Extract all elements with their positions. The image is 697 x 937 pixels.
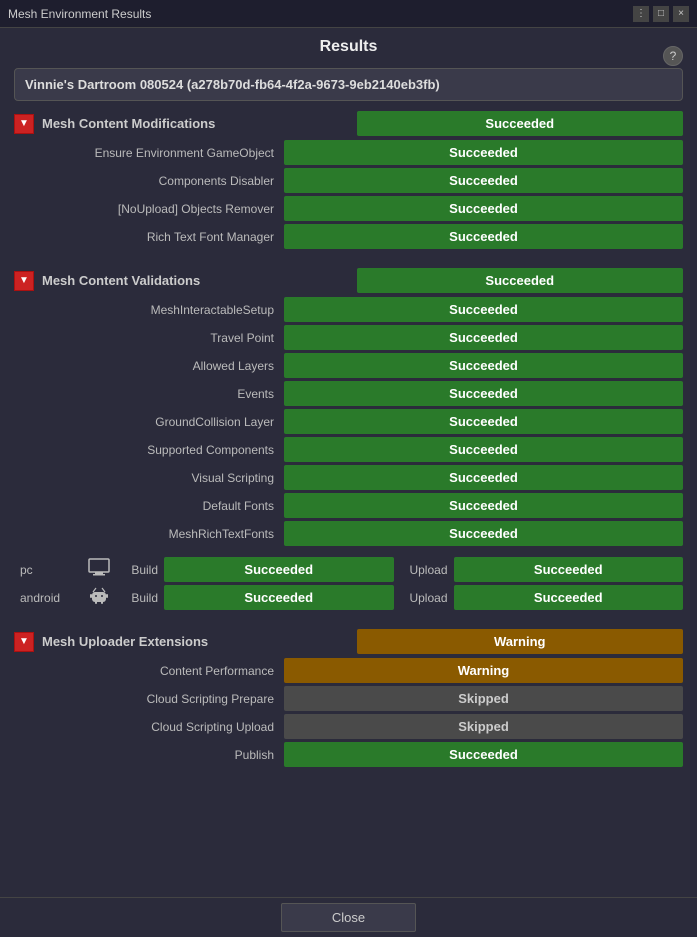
footer: Close	[0, 897, 697, 937]
platform-row-android: android Build Succeeded Upload Succe	[14, 585, 683, 610]
platform-row-pc: pc Build Succeeded Upload Succeeded	[14, 557, 683, 582]
main-content: Results Vinnie's Dartroom 080524 (a278b7…	[0, 28, 697, 897]
row-label: Visual Scripting	[14, 471, 284, 485]
section-status-validations: Succeeded	[357, 268, 684, 293]
platform-upload-label-android: Upload	[394, 591, 454, 605]
row-label: Travel Point	[14, 331, 284, 345]
row-label: [NoUpload] Objects Remover	[14, 202, 284, 216]
table-row: Cloud Scripting Upload Skipped	[14, 714, 683, 739]
section-mesh-uploader-extensions: ▼ Mesh Uploader Extensions Warning Conte…	[14, 629, 683, 767]
row-status: Succeeded	[284, 409, 683, 434]
table-row: Supported Components Succeeded	[14, 437, 683, 462]
section-mesh-content-modifications: ▼ Mesh Content Modifications Succeeded E…	[14, 111, 683, 249]
table-row: Events Succeeded	[14, 381, 683, 406]
row-status: Succeeded	[284, 381, 683, 406]
section-label-uploader: Mesh Uploader Extensions	[34, 630, 357, 653]
row-status: Succeeded	[284, 297, 683, 322]
table-row: Components Disabler Succeeded	[14, 168, 683, 193]
platform-build-status-pc: Succeeded	[164, 557, 394, 582]
row-status: Succeeded	[284, 493, 683, 518]
platform-upload-label-pc: Upload	[394, 563, 454, 577]
environment-box: Vinnie's Dartroom 080524 (a278b70d-fb64-…	[14, 68, 683, 101]
row-status: Succeeded	[284, 224, 683, 249]
section-header-validations: ▼ Mesh Content Validations Succeeded	[14, 268, 683, 293]
platform-icon-pc	[84, 558, 114, 581]
section-mesh-content-validations: ▼ Mesh Content Validations Succeeded Mes…	[14, 268, 683, 546]
platform-build-label-pc: Build	[114, 563, 164, 577]
row-status: Succeeded	[284, 168, 683, 193]
row-status: Succeeded	[284, 140, 683, 165]
row-label: Rich Text Font Manager	[14, 230, 284, 244]
platform-build-label-android: Build	[114, 591, 164, 605]
table-row: Rich Text Font Manager Succeeded	[14, 224, 683, 249]
table-row: Content Performance Warning	[14, 658, 683, 683]
section-status-modifications: Succeeded	[357, 111, 684, 136]
table-row: Publish Succeeded	[14, 742, 683, 767]
section-label-modifications: Mesh Content Modifications	[34, 112, 357, 135]
window-title: Mesh Environment Results	[8, 7, 151, 21]
table-row: [NoUpload] Objects Remover Succeeded	[14, 196, 683, 221]
row-label: Components Disabler	[14, 174, 284, 188]
platform-upload-status-pc: Succeeded	[454, 557, 684, 582]
menu-button[interactable]: ⋮	[633, 6, 649, 22]
toggle-modifications[interactable]: ▼	[14, 114, 34, 134]
platform-section: pc Build Succeeded Upload Succeeded andr…	[14, 557, 683, 610]
row-label: Ensure Environment GameObject	[14, 146, 284, 160]
table-row: Cloud Scripting Prepare Skipped	[14, 686, 683, 711]
row-status: Succeeded	[284, 325, 683, 350]
row-status: Skipped	[284, 714, 683, 739]
row-label: Cloud Scripting Upload	[14, 720, 284, 734]
toggle-uploader[interactable]: ▼	[14, 632, 34, 652]
platform-name-android: android	[14, 591, 84, 605]
row-status: Succeeded	[284, 437, 683, 462]
row-label: Default Fonts	[14, 499, 284, 513]
maximize-button[interactable]: □	[653, 6, 669, 22]
platform-upload-status-android: Succeeded	[454, 585, 684, 610]
row-label: Supported Components	[14, 443, 284, 457]
close-window-button[interactable]: ×	[673, 6, 689, 22]
platform-build-status-android: Succeeded	[164, 585, 394, 610]
row-label: GroundCollision Layer	[14, 415, 284, 429]
table-row: Default Fonts Succeeded	[14, 493, 683, 518]
section-label-validations: Mesh Content Validations	[34, 269, 357, 292]
title-bar-controls: ⋮ □ ×	[633, 6, 689, 22]
row-status: Warning	[284, 658, 683, 683]
section-header-uploader: ▼ Mesh Uploader Extensions Warning	[14, 629, 683, 654]
row-label: MeshInteractableSetup	[14, 303, 284, 317]
row-status: Succeeded	[284, 196, 683, 221]
platform-icon-android	[84, 585, 114, 610]
table-row: MeshRichTextFonts Succeeded	[14, 521, 683, 546]
help-button[interactable]: ?	[663, 46, 683, 66]
row-status: Succeeded	[284, 465, 683, 490]
row-status: Succeeded	[284, 353, 683, 378]
environment-title: Vinnie's Dartroom 080524 (a278b70d-fb64-…	[25, 77, 440, 92]
title-bar: Mesh Environment Results ⋮ □ ×	[0, 0, 697, 28]
platform-name-pc: pc	[14, 563, 84, 577]
table-row: MeshInteractableSetup Succeeded	[14, 297, 683, 322]
row-status: Succeeded	[284, 521, 683, 546]
row-label: Allowed Layers	[14, 359, 284, 373]
page-title: Results	[14, 38, 683, 56]
row-label: Content Performance	[14, 664, 284, 678]
row-label: Publish	[14, 748, 284, 762]
title-bar-left: Mesh Environment Results	[8, 7, 151, 21]
section-header-modifications: ▼ Mesh Content Modifications Succeeded	[14, 111, 683, 136]
row-label: Events	[14, 387, 284, 401]
close-button[interactable]: Close	[281, 903, 416, 932]
table-row: Visual Scripting Succeeded	[14, 465, 683, 490]
table-row: GroundCollision Layer Succeeded	[14, 409, 683, 434]
row-status: Skipped	[284, 686, 683, 711]
row-label: MeshRichTextFonts	[14, 527, 284, 541]
toggle-validations[interactable]: ▼	[14, 271, 34, 291]
section-status-uploader: Warning	[357, 629, 684, 654]
table-row: Travel Point Succeeded	[14, 325, 683, 350]
row-status: Succeeded	[284, 742, 683, 767]
table-row: Ensure Environment GameObject Succeeded	[14, 140, 683, 165]
table-row: Allowed Layers Succeeded	[14, 353, 683, 378]
row-label: Cloud Scripting Prepare	[14, 692, 284, 706]
